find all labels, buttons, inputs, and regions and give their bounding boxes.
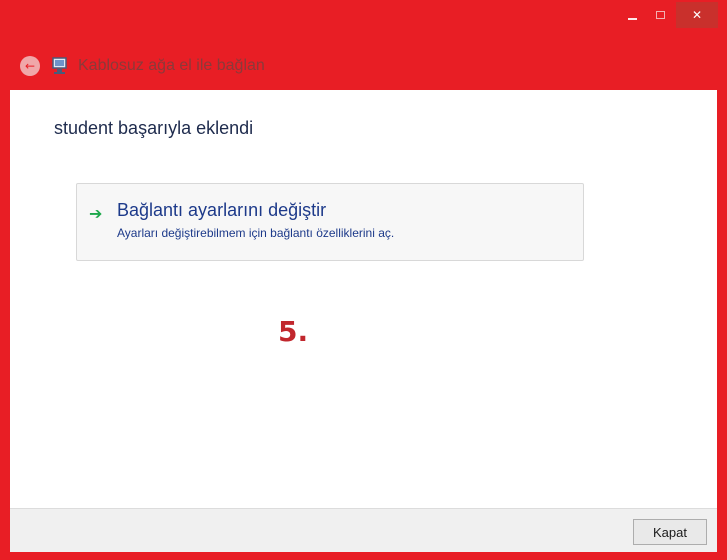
content-area: student başarıyla eklendi ➔ Bağlantı aya…	[10, 90, 717, 508]
title-bar[interactable]: ✕	[0, 0, 727, 42]
step-number-label: 5.	[278, 315, 309, 348]
back-button[interactable]: ←	[20, 56, 40, 76]
success-message: student başarıyla eklendi	[54, 118, 254, 138]
change-connection-settings-link[interactable]: ➔ Bağlantı ayarlarını değiştir Ayarları …	[76, 183, 584, 261]
close-window-button[interactable]: ✕	[676, 2, 718, 28]
minimize-icon	[627, 18, 637, 20]
navigation-bar: ← Kablosuz ağa el ile bağlan	[0, 42, 727, 90]
close-button[interactable]: Kapat	[633, 519, 707, 545]
maximize-button[interactable]	[648, 2, 672, 28]
dialog-title: Kablosuz ağa el ile bağlan	[78, 57, 265, 74]
close-icon: ✕	[691, 8, 703, 22]
wireless-network-icon	[52, 57, 67, 74]
link-description: Ayarları değiştirebilmem için bağlantı ö…	[117, 226, 395, 240]
back-arrow-icon: ←	[24, 59, 36, 73]
dialog-window: ✕ ← Kablosuz ağa el ile bağlan student b…	[0, 0, 727, 560]
minimize-button[interactable]	[620, 2, 644, 28]
link-title: Bağlantı ayarlarını değiştir	[117, 200, 327, 220]
maximize-icon	[655, 11, 665, 19]
dialog-footer: Kapat	[10, 508, 717, 552]
green-arrow-icon: ➔	[89, 204, 103, 223]
